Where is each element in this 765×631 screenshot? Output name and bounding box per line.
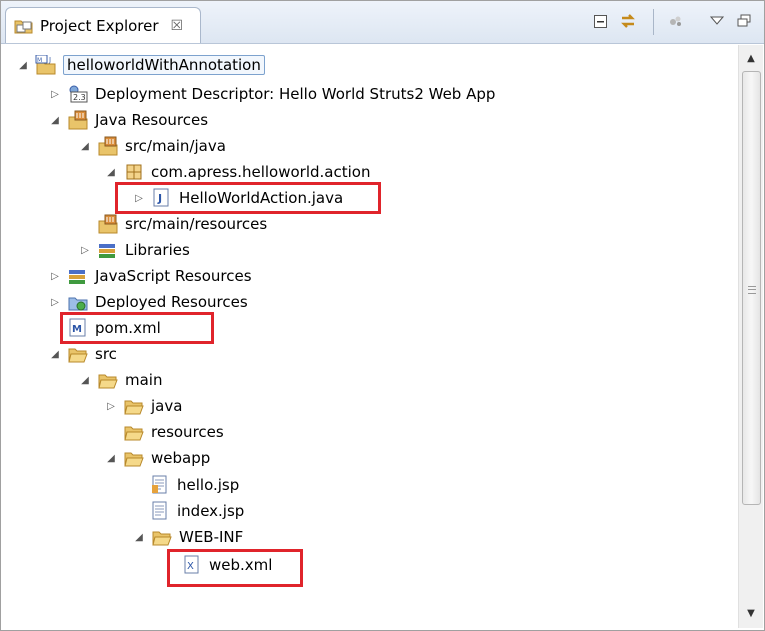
tree-item-deployment-descriptor[interactable]: ▷ 2.3 Deployment Descriptor: Hello World…: [49, 81, 495, 107]
svg-text:J: J: [48, 56, 51, 64]
maven-pom-icon: M: [69, 318, 86, 337]
tree-item-label: resources: [151, 423, 224, 441]
tree-item-src-main-java[interactable]: ◢ src/main/java: [79, 133, 226, 159]
tree-item-label: Libraries: [125, 241, 190, 259]
svg-text:J: J: [157, 192, 162, 205]
svg-text:X: X: [187, 561, 194, 572]
tree-item-web-inf[interactable]: ◢ WEB-INF: [133, 524, 243, 550]
tree-item-webapp[interactable]: ◢ webapp: [105, 445, 210, 471]
tree-item-hello-jsp[interactable]: hello.jsp: [149, 472, 239, 498]
tree-item-label: hello.jsp: [177, 476, 240, 494]
tree-item-index-jsp[interactable]: index.jsp: [149, 498, 244, 524]
svg-text:2.3: 2.3: [73, 93, 86, 102]
folder-icon: [124, 452, 144, 467]
expanded-arrow-icon[interactable]: ◢: [79, 374, 91, 386]
tree-item-label: Deployed Resources: [95, 293, 248, 311]
view-menu-icon[interactable]: [706, 10, 728, 32]
project-explorer-view: Project Explorer ☒ ◢ M J helloworldWithA…: [0, 0, 765, 631]
tree-item-label: Deployment Descriptor: Hello World Strut…: [95, 85, 496, 103]
tree-item-project[interactable]: ◢ M J helloworldWithAnnotation: [17, 52, 265, 78]
jsp-file-icon: [152, 501, 167, 520]
tree-item-label: pom.xml: [95, 319, 161, 337]
source-folder-icon: [98, 214, 118, 234]
deployed-resources-icon: [68, 297, 88, 311]
project-explorer-icon: [14, 20, 33, 33]
collapsed-arrow-icon[interactable]: ▷: [49, 270, 61, 282]
tree-item-web-xml[interactable]: X web.xml: [181, 552, 272, 578]
tree-item-javascript-resources[interactable]: ▷ JavaScript Resources: [49, 263, 252, 289]
jsp-file-icon: [152, 475, 167, 494]
tree-item-label: src/main/java: [125, 137, 226, 155]
toolbar-separator: [653, 9, 654, 35]
tree-item-deployed-resources[interactable]: ▷ Deployed Resources: [49, 289, 248, 315]
tab-project-explorer[interactable]: Project Explorer ☒: [5, 7, 201, 43]
tree-item-label: WEB-INF: [179, 528, 244, 546]
collapse-all-icon[interactable]: [590, 10, 612, 32]
vertical-scrollbar[interactable]: ▲ ▼: [738, 45, 763, 628]
tree-item-label: JavaScript Resources: [95, 267, 252, 285]
collapsed-arrow-icon[interactable]: ▷: [49, 296, 61, 308]
svg-text:M: M: [72, 324, 82, 335]
tree-item-label: main: [125, 371, 163, 389]
tree-item-label: com.apress.helloworld.action: [151, 163, 371, 181]
close-icon[interactable]: ☒: [171, 18, 184, 34]
tab-title: Project Explorer: [40, 16, 159, 35]
folder-icon: [98, 374, 118, 389]
tree-item-helloworldaction-java[interactable]: ▷ J HelloWorldAction.java: [133, 185, 343, 211]
expanded-arrow-icon[interactable]: ◢: [105, 452, 117, 464]
folder-icon: [124, 426, 144, 441]
tree-item-pom-xml[interactable]: M pom.xml: [67, 315, 161, 341]
tree-item-label: HelloWorldAction.java: [179, 189, 344, 207]
view-tab-bar: Project Explorer ☒: [1, 1, 764, 44]
java-file-icon: J: [153, 188, 169, 207]
svg-text:M: M: [37, 57, 42, 64]
tree-item-main[interactable]: ◢ main: [79, 367, 162, 393]
package-icon: [126, 164, 142, 180]
tree-item-label: Java Resources: [95, 111, 209, 129]
filter-icon[interactable]: [665, 10, 687, 32]
collapsed-arrow-icon[interactable]: ▷: [133, 192, 145, 204]
folder-icon: [152, 531, 172, 546]
libraries-icon: [99, 244, 115, 258]
tree-item-label: index.jsp: [177, 502, 245, 520]
tree-item-resources[interactable]: resources: [123, 419, 224, 445]
tree-item-label: webapp: [151, 449, 211, 467]
maximize-icon[interactable]: [733, 10, 755, 32]
tree-item-label: web.xml: [209, 556, 273, 574]
scroll-up-arrow-icon[interactable]: ▲: [739, 47, 763, 69]
tree-item-java-resources[interactable]: ◢ Java Resources: [49, 107, 208, 133]
xml-file-icon: X: [184, 555, 199, 574]
tree-item-src[interactable]: ◢ src: [49, 341, 117, 367]
maven-project-icon: M J: [35, 55, 56, 75]
tree-item-label: java: [151, 397, 183, 415]
collapsed-arrow-icon[interactable]: ▷: [105, 400, 117, 412]
link-with-editor-icon[interactable]: [617, 10, 639, 32]
java-resources-icon: [68, 110, 88, 130]
tree-item-libraries[interactable]: ▷ Libraries: [79, 237, 190, 263]
scroll-down-arrow-icon[interactable]: ▼: [739, 602, 763, 624]
expanded-arrow-icon[interactable]: ◢: [49, 114, 61, 126]
folder-icon: [124, 400, 144, 415]
javascript-resources-icon: [69, 270, 85, 284]
collapsed-arrow-icon[interactable]: ▷: [49, 88, 61, 100]
project-tree: ◢ M J helloworldWithAnnotation ▷ 2.3 Dep…: [1, 45, 736, 630]
expanded-arrow-icon[interactable]: ◢: [133, 531, 145, 543]
expanded-arrow-icon[interactable]: ◢: [105, 166, 117, 178]
expanded-arrow-icon[interactable]: ◢: [49, 348, 61, 360]
tree-item-label: src: [95, 345, 117, 363]
tree-item-java[interactable]: ▷ java: [105, 393, 182, 419]
collapsed-arrow-icon[interactable]: ▷: [79, 244, 91, 256]
scrollbar-grip-icon: [748, 286, 756, 294]
deployment-descriptor-icon: 2.3: [69, 85, 88, 103]
tree-item-package[interactable]: ◢ com.apress.helloworld.action: [105, 159, 370, 185]
source-folder-icon: [98, 136, 118, 156]
scrollbar-thumb[interactable]: [742, 71, 761, 505]
tree-item-label: helloworldWithAnnotation: [63, 55, 265, 75]
expanded-arrow-icon[interactable]: ◢: [79, 140, 91, 152]
tree-item-src-main-resources[interactable]: src/main/resources: [97, 211, 267, 237]
tree-item-label: src/main/resources: [125, 215, 268, 233]
folder-icon: [68, 348, 88, 363]
expanded-arrow-icon[interactable]: ◢: [17, 59, 29, 71]
